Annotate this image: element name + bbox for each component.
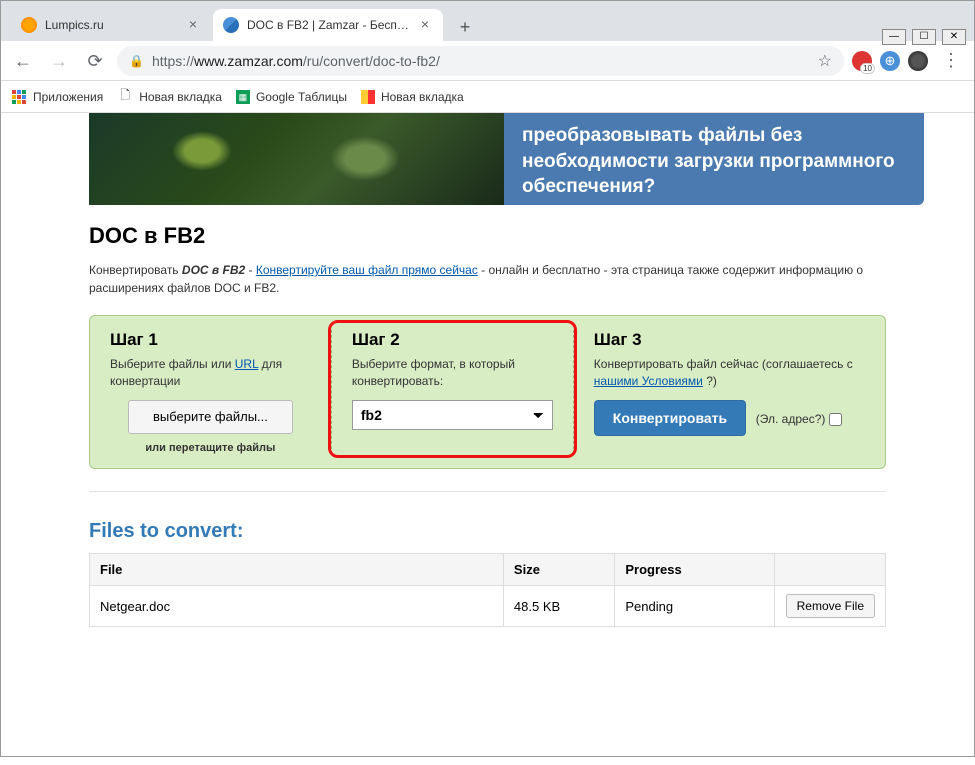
bookmark-label: Приложения (33, 90, 103, 104)
url-text: https://www.zamzar.com/ru/convert/doc-to… (152, 53, 810, 69)
bookmark-newtab-2[interactable]: Новая вкладка (361, 90, 464, 104)
email-checkbox[interactable] (829, 413, 842, 426)
banner-text: преобразовывать файлы без необходимости … (504, 113, 924, 205)
cell-filename: Netgear.doc (90, 586, 504, 627)
col-size: Size (503, 554, 614, 586)
close-button[interactable]: ✕ (942, 29, 966, 45)
files-heading: Files to convert: (89, 520, 886, 543)
apps-icon (11, 89, 27, 105)
files-table: File Size Progress Netgear.doc 48.5 KB P… (89, 553, 886, 627)
tabs-row: Lumpics.ru × DOC в FB2 | Zamzar - Беспла… (1, 1, 974, 41)
page-heading: DOC в FB2 (89, 223, 886, 249)
url-link[interactable]: URL (235, 357, 259, 371)
window-controls: — ☐ ✕ (882, 29, 966, 45)
banner-image (89, 113, 504, 205)
extension-icon[interactable]: 10 (852, 51, 872, 71)
browser-window: Lumpics.ru × DOC в FB2 | Zamzar - Беспла… (0, 0, 975, 757)
choose-files-button[interactable]: выберите файлы... (128, 400, 293, 435)
step-title: Шаг 3 (594, 330, 865, 350)
reload-button[interactable]: ⟳ (81, 47, 109, 75)
col-file: File (90, 554, 504, 586)
favicon-zamzar (223, 17, 239, 33)
maximize-button[interactable]: ☐ (912, 29, 936, 45)
page-content: преобразовывать файлы без необходимости … (1, 113, 974, 756)
table-row: Netgear.doc 48.5 KB Pending Remove File (90, 586, 886, 627)
step-desc: Конвертировать файл сейчас (соглашаетесь… (594, 356, 865, 390)
yandex-icon (361, 90, 375, 104)
hero-banner: преобразовывать файлы без необходимости … (89, 113, 924, 205)
step-2: Шаг 2 Выберите формат, в который конверт… (332, 330, 574, 454)
terms-link[interactable]: нашими Условиями (594, 374, 703, 388)
close-icon[interactable]: × (185, 17, 201, 33)
convert-button[interactable]: Конвертировать (594, 400, 746, 436)
back-button[interactable]: ← (9, 47, 37, 75)
forward-button[interactable]: → (45, 47, 73, 75)
step-title: Шаг 2 (352, 330, 553, 350)
bookmark-label: Новая вкладка (381, 90, 464, 104)
step-desc: Выберите формат, в который конвертироват… (352, 356, 553, 390)
globe-icon[interactable]: ⊕ (880, 51, 900, 71)
page-icon: 🗋 (117, 89, 133, 105)
bookmark-apps[interactable]: Приложения (11, 89, 103, 105)
address-bar[interactable]: 🔒 https://www.zamzar.com/ru/convert/doc-… (117, 46, 844, 76)
close-icon[interactable]: × (417, 17, 433, 33)
tab-title: Lumpics.ru (45, 18, 181, 32)
cell-size: 48.5 KB (503, 586, 614, 627)
menu-button[interactable]: ⋮ (936, 50, 966, 71)
tab-lumpics[interactable]: Lumpics.ru × (11, 9, 211, 41)
address-row: ← → ⟳ 🔒 https://www.zamzar.com/ru/conver… (1, 41, 974, 81)
step-3: Шаг 3 Конвертировать файл сейчас (соглаш… (574, 330, 885, 454)
drag-hint: или перетащите файлы (110, 442, 311, 454)
profile-avatar[interactable] (908, 51, 928, 71)
convert-now-link[interactable]: Конвертируйте ваш файл прямо сейчас (256, 263, 478, 277)
format-select[interactable]: fb2 (352, 400, 553, 430)
col-progress: Progress (615, 554, 774, 586)
extension-badge: 10 (860, 63, 875, 74)
step-desc: Выберите файлы или URL для конвертации (110, 356, 311, 390)
email-label: (Эл. адрес?) (756, 412, 842, 426)
bookmark-star-icon[interactable]: ☆ (818, 51, 832, 71)
new-tab-button[interactable]: + (451, 13, 479, 41)
step-title: Шаг 1 (110, 330, 311, 350)
bookmark-label: Google Таблицы (256, 90, 347, 104)
separator (89, 491, 886, 492)
bookmark-newtab-1[interactable]: 🗋 Новая вкладка (117, 89, 222, 105)
bookmark-sheets[interactable]: ▦ Google Таблицы (236, 90, 347, 104)
lock-icon: 🔒 (129, 54, 144, 68)
bookmark-label: Новая вкладка (139, 90, 222, 104)
page-subtitle: Конвертировать DOC в FB2 - Конвертируйте… (89, 261, 869, 297)
table-header-row: File Size Progress (90, 554, 886, 586)
remove-file-button[interactable]: Remove File (786, 594, 875, 618)
cell-progress: Pending (615, 586, 774, 627)
col-actions (774, 554, 885, 586)
step-1: Шаг 1 Выберите файлы или URL для конверт… (90, 330, 332, 454)
tab-zamzar[interactable]: DOC в FB2 | Zamzar - Бесплатна × (213, 9, 443, 41)
steps-panel: Шаг 1 Выберите файлы или URL для конверт… (89, 315, 886, 469)
minimize-button[interactable]: — (882, 29, 906, 45)
tab-title: DOC в FB2 | Zamzar - Бесплатна (247, 18, 413, 32)
favicon-lumpics (21, 17, 37, 33)
bookmarks-bar: Приложения 🗋 Новая вкладка ▦ Google Табл… (1, 81, 974, 113)
sheets-icon: ▦ (236, 90, 250, 104)
